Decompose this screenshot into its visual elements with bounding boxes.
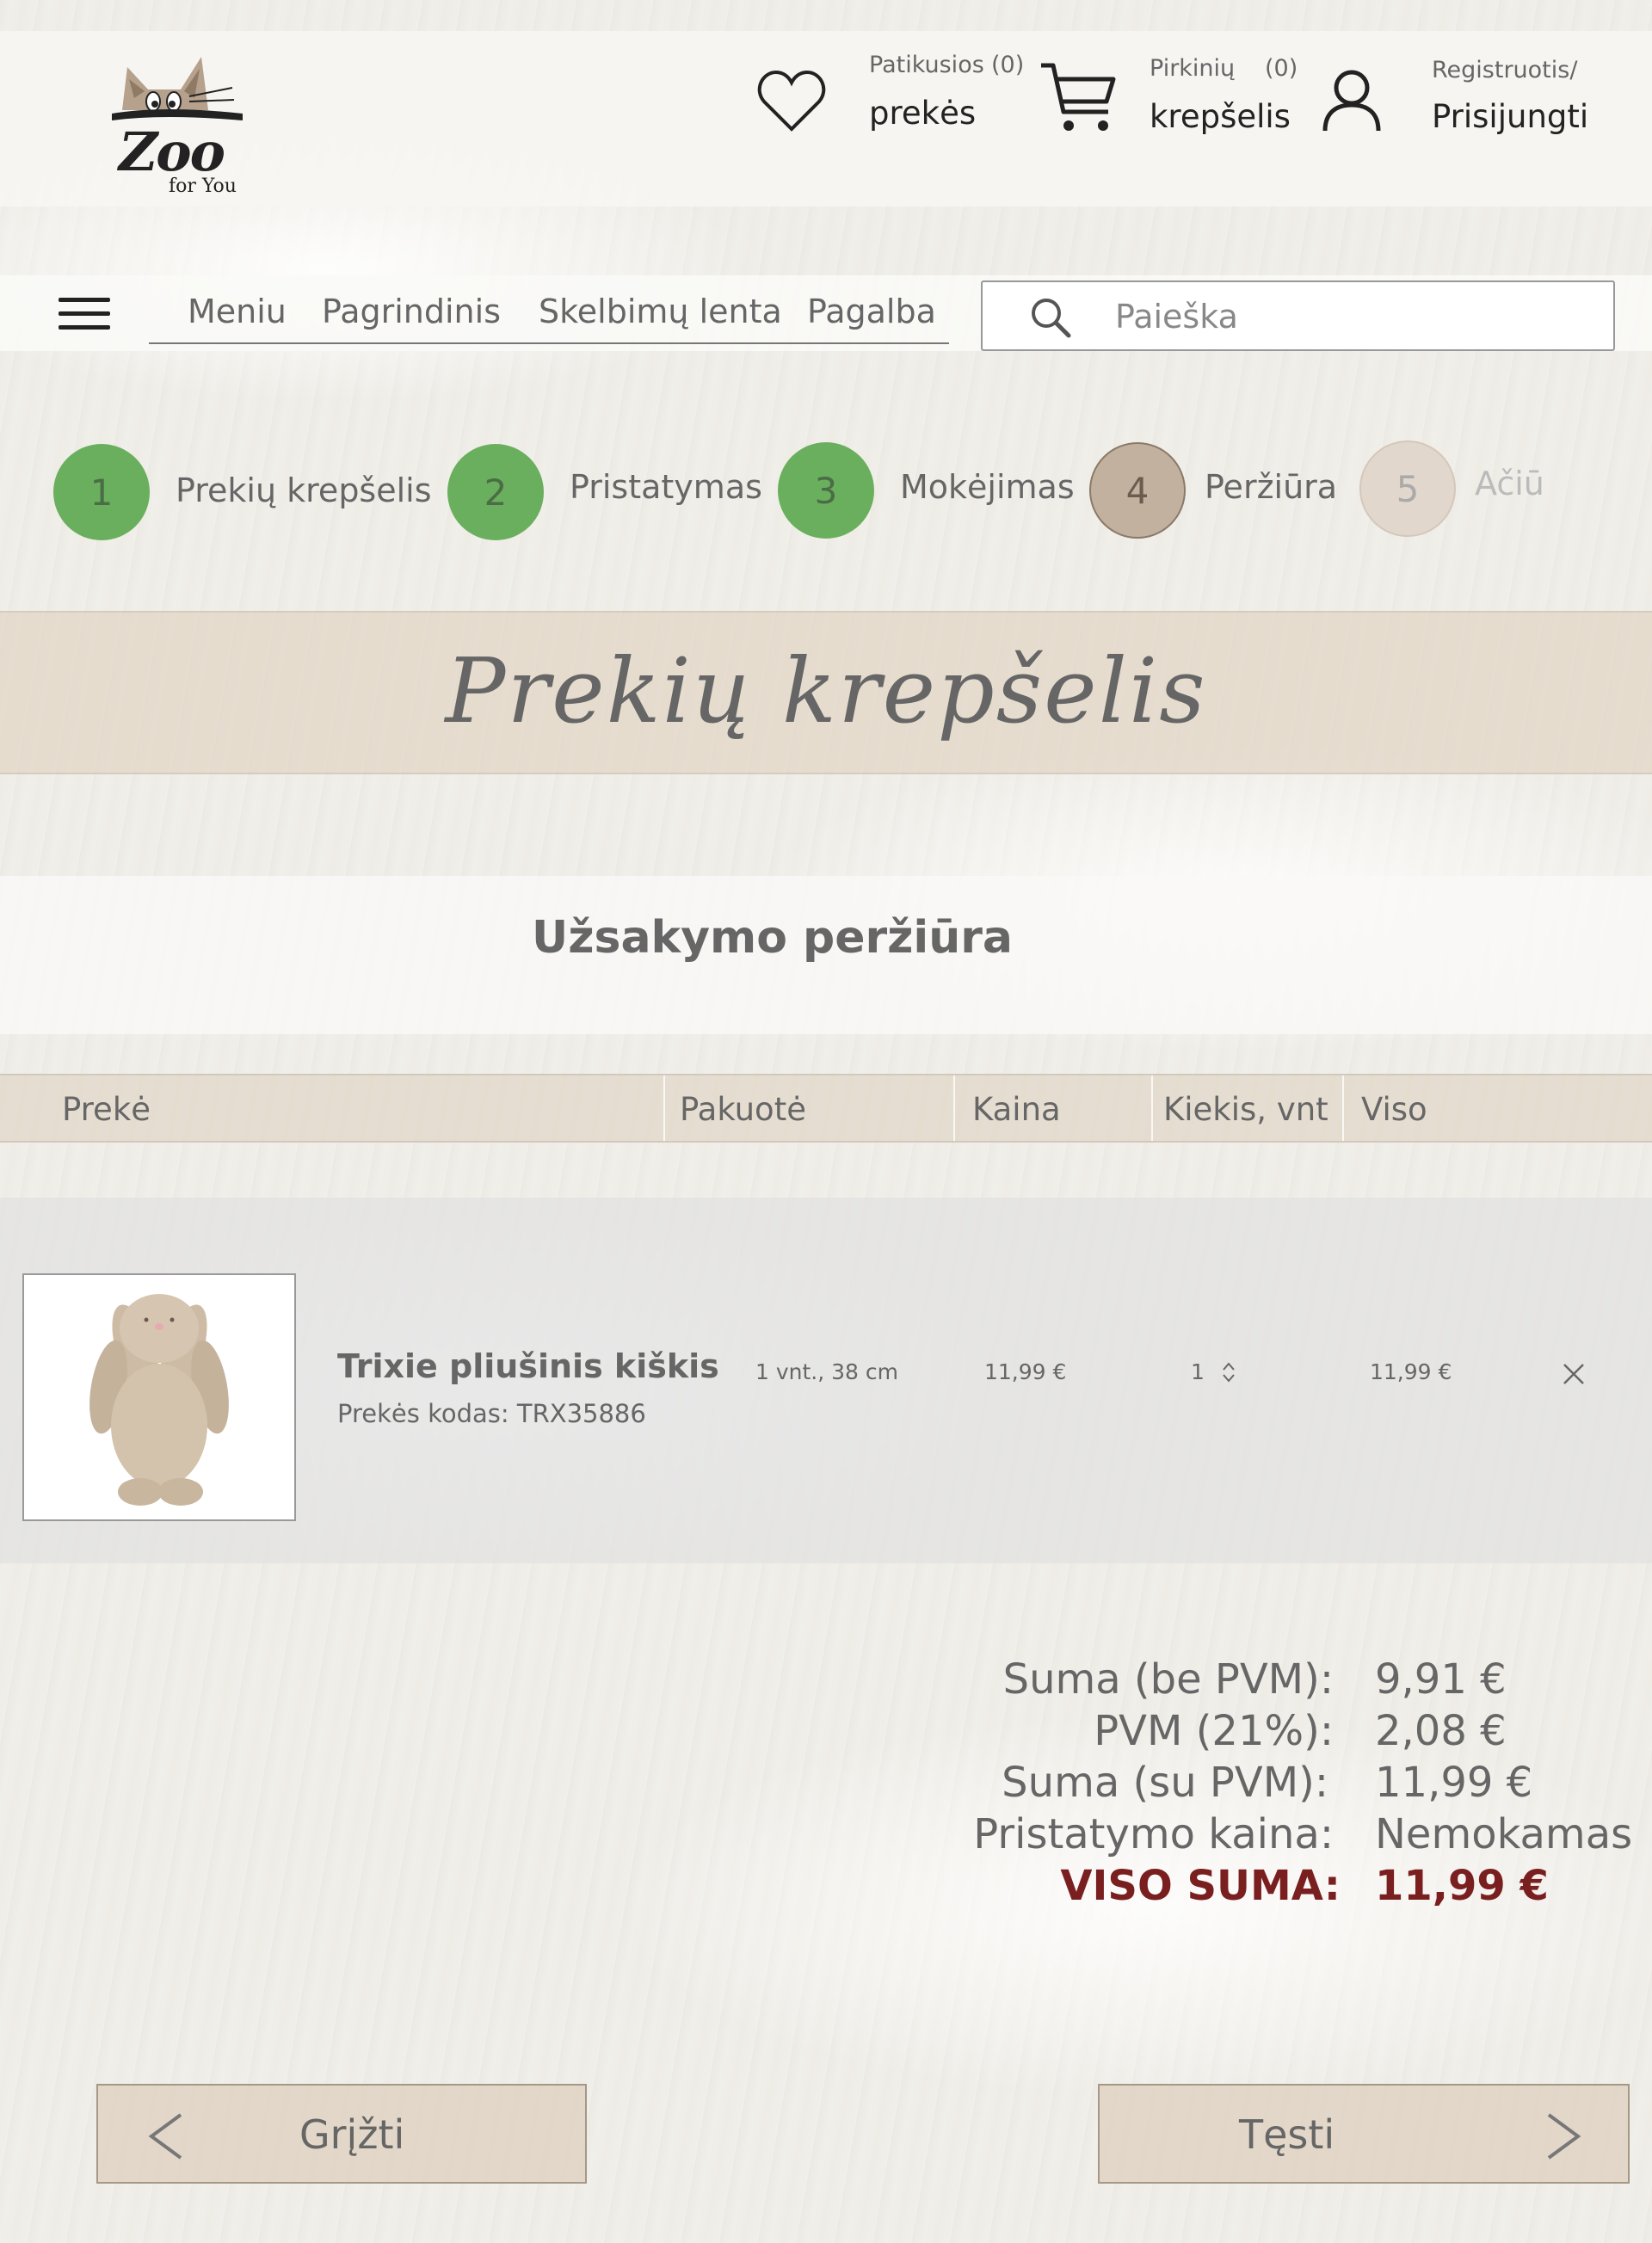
favorites-small-label: Patikusios	[869, 52, 984, 78]
section-title: Užsakymo peržiūra	[532, 912, 1013, 964]
nav-item-meniu[interactable]: Meniu	[188, 293, 287, 330]
product-name[interactable]: Trixie pliušinis kiškis	[337, 1347, 719, 1385]
step-3-label: Mokėjimas	[900, 468, 1075, 506]
product-total: 11,99 €	[1370, 1359, 1452, 1384]
nav-item-pagalba[interactable]: Pagalba	[807, 293, 936, 330]
account-small-label: Registruotis/	[1432, 57, 1578, 83]
plush-bunny-image	[89, 1294, 229, 1506]
chevron-right-icon	[1547, 2113, 1581, 2160]
vat-label: PVM (21%):	[1094, 1707, 1334, 1755]
quantity-stepper-icon[interactable]	[1220, 1359, 1237, 1389]
product-image[interactable]	[22, 1273, 296, 1521]
column-separator	[663, 1075, 665, 1141]
column-header-pakuote: Pakuotė	[680, 1091, 806, 1128]
column-separator	[1151, 1075, 1153, 1141]
search-box[interactable]	[981, 280, 1615, 351]
step-3-circle: 3	[778, 442, 874, 539]
step-2-circle: 2	[447, 444, 544, 540]
grand-total-label: VISO SUMA:	[1060, 1862, 1341, 1910]
product-package: 1 vnt., 38 cm	[755, 1359, 898, 1384]
column-separator	[953, 1075, 955, 1141]
cart-count: (0)	[1265, 55, 1298, 82]
chevron-left-icon	[148, 2113, 182, 2160]
step-2-label: Pristatymas	[570, 468, 762, 506]
column-header-viso: Viso	[1361, 1091, 1427, 1128]
nav-item-skelbimu-lenta[interactable]: Skelbimų lenta	[539, 293, 782, 330]
favorites-count: (0)	[991, 52, 1025, 78]
column-separator	[1342, 1075, 1344, 1141]
page-title: Prekių krepšelis	[445, 638, 1207, 743]
hamburger-menu-icon[interactable]	[59, 298, 110, 332]
vat-value: 2,08 €	[1375, 1707, 1507, 1755]
subtotal-label: Suma (be PVM):	[1002, 1655, 1334, 1704]
column-header-kiekis: Kiekis, vnt	[1163, 1091, 1328, 1128]
continue-button[interactable]: Tęsti	[1098, 2084, 1630, 2184]
step-1-label: Prekių krepšelis	[176, 471, 432, 509]
continue-button-label: Tęsti	[1239, 2111, 1335, 2158]
heart-icon[interactable]	[757, 69, 826, 138]
search-input[interactable]	[1115, 293, 1597, 341]
step-1-circle: 1	[53, 444, 150, 540]
step-4-circle: 4	[1089, 442, 1186, 539]
step-5-label: Ačiū	[1475, 465, 1544, 502]
product-code: Prekės kodas: TRX35886	[337, 1399, 646, 1428]
logo-main-text: Zoo	[119, 120, 225, 183]
nav-underline	[149, 342, 949, 344]
cart-small-label: Pirkinių	[1150, 55, 1236, 82]
site-logo[interactable]: Zoo for You	[95, 41, 250, 200]
column-header-preke: Prekė	[62, 1091, 151, 1128]
with-vat-value: 11,99 €	[1375, 1759, 1533, 1807]
favorites-link[interactable]: prekės	[869, 95, 976, 132]
login-link[interactable]: Prisijungti	[1432, 98, 1588, 135]
delivery-label: Pristatymo kaina:	[973, 1810, 1334, 1858]
cart-icon[interactable]	[1039, 60, 1117, 139]
logo-sub-text: for You	[169, 176, 237, 197]
subtotal-value: 9,91 €	[1375, 1655, 1507, 1704]
step-4-label: Peržiūra	[1205, 468, 1338, 506]
with-vat-label: Suma (su PVM):	[1002, 1759, 1328, 1807]
user-icon[interactable]	[1322, 67, 1382, 136]
nav-item-pagrindinis[interactable]: Pagrindinis	[322, 293, 501, 330]
back-button[interactable]: Grįžti	[96, 2084, 587, 2184]
column-header-kaina: Kaina	[972, 1091, 1061, 1128]
delivery-value: Nemokamas	[1375, 1810, 1633, 1858]
quantity-value[interactable]: 1	[1191, 1359, 1205, 1384]
back-button-label: Grįžti	[299, 2111, 405, 2158]
cart-link[interactable]: krepšelis	[1150, 98, 1291, 135]
step-5-circle: 5	[1359, 441, 1456, 537]
search-icon[interactable]	[1027, 294, 1074, 341]
grand-total-value: 11,99 €	[1375, 1862, 1549, 1910]
remove-item-icon[interactable]	[1561, 1361, 1587, 1390]
product-price: 11,99 €	[984, 1359, 1067, 1384]
